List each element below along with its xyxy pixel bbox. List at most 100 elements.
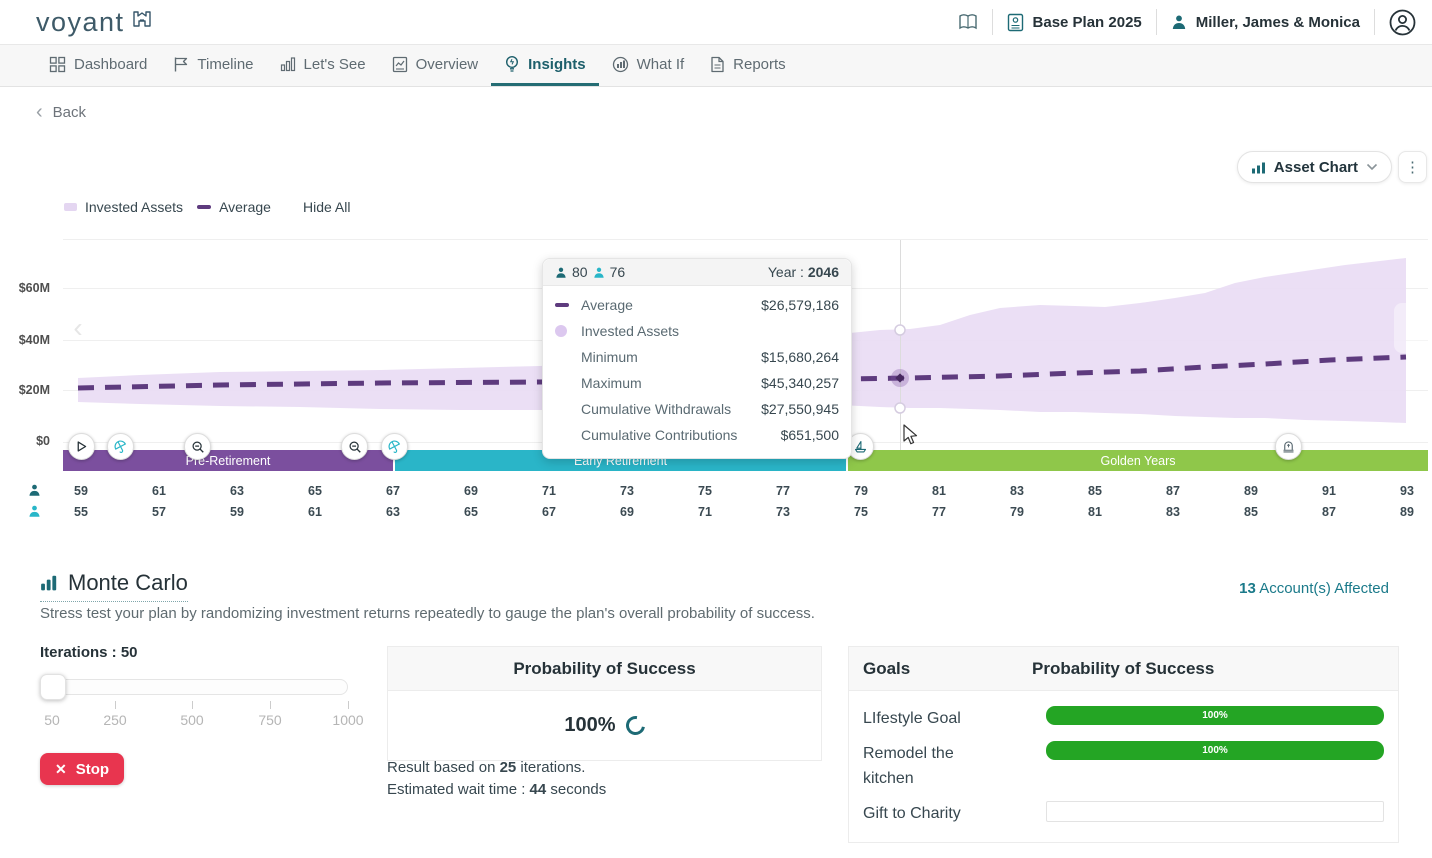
y-axis-tick: $20M (0, 383, 50, 397)
age-value: 65 (276, 484, 354, 498)
goal-probability-bar: 100% (1046, 706, 1384, 725)
kebab-icon: ⋮ (1405, 158, 1420, 176)
goal-name: LIfestyle Goal (863, 706, 1046, 732)
mortality-marker[interactable] (1275, 433, 1302, 460)
person-primary-icon (28, 483, 41, 502)
accounts-affected-link[interactable]: 13 Account(s) Affected (1239, 580, 1389, 597)
age-value: 67 (354, 484, 432, 498)
legend-average[interactable]: Average (197, 199, 271, 215)
tab-label: Timeline (197, 56, 253, 73)
age-value: 55 (42, 505, 120, 519)
play-simulation-button[interactable] (68, 433, 95, 460)
tab-label: Dashboard (74, 56, 147, 73)
back-chevron-icon: ‹ (36, 102, 43, 122)
client-name: Miller, James & Monica (1196, 14, 1360, 31)
iterations-label: Iterations : 50 (40, 644, 138, 661)
tab-label: Overview (416, 56, 479, 73)
main-nav: Dashboard Timeline Let's See Overview In… (0, 45, 1432, 87)
age-value: 63 (354, 505, 432, 519)
slider-tick (115, 701, 116, 709)
tab-label: What If (637, 56, 685, 73)
monte-carlo-description: Stress test your plan by randomizing inv… (40, 605, 815, 622)
chart-legend: Invested Assets Average Hide All (64, 199, 350, 215)
chart-type-selector[interactable]: Asset Chart (1237, 151, 1392, 183)
monte-carlo-header: Monte Carlo (40, 570, 188, 602)
goal-probability-bar: 100% (1046, 741, 1384, 760)
tooltip-body: Average $26,579,186 Invested Assets Mini… (543, 286, 851, 458)
close-icon: ✕ (55, 761, 67, 778)
age-value: 77 (744, 484, 822, 498)
hide-all-button[interactable]: Hide All (303, 199, 350, 215)
slider-tick-label: 50 (44, 712, 60, 728)
monte-carlo-chart-icon (40, 574, 58, 592)
chart-scroll-left-button[interactable]: ‹ (66, 310, 90, 346)
age-value: 75 (822, 505, 900, 519)
phase-label: Golden Years (1100, 454, 1175, 468)
goal-row: Gift to Charity (863, 801, 1384, 827)
iterations-slider-track[interactable] (40, 679, 348, 695)
tab-overview[interactable]: Overview (379, 45, 492, 86)
phase-golden-years: Golden Years (848, 450, 1428, 471)
age-value: 65 (432, 505, 510, 519)
retirement-umbrella-marker[interactable] (381, 433, 408, 460)
what-if-icon (612, 56, 629, 73)
plan-name: Base Plan 2025 (1033, 14, 1142, 31)
tab-dashboard[interactable]: Dashboard (36, 45, 160, 86)
tooltip-age-secondary: 76 (610, 264, 626, 280)
tab-insights[interactable]: Insights (491, 45, 599, 86)
goals-panel: Goals Probability of Success LIfestyle G… (848, 646, 1399, 843)
average-dash-swatch (555, 303, 569, 307)
age-value: 63 (198, 484, 276, 498)
tooltip-row-cumulative-withdrawals: Cumulative Withdrawals $27,550,945 (555, 396, 839, 422)
tab-timeline[interactable]: Timeline (160, 45, 266, 86)
chart-hover-tooltip: 80 76 Year : 2046 Average $26,579,186 In… (542, 258, 852, 459)
back-button[interactable]: ‹ Back (36, 102, 86, 122)
age-value: 77 (900, 505, 978, 519)
zoom-out-marker[interactable] (184, 433, 211, 460)
legend-label: Invested Assets (85, 199, 183, 215)
tooltip-row-invested-assets: Invested Assets (555, 318, 839, 344)
y-axis-tick: $40M (0, 333, 50, 347)
tab-lets-see[interactable]: Let's See (267, 45, 379, 86)
accounts-affected-label: Account(s) Affected (1256, 580, 1389, 597)
app-header: voyant Base Plan 2025 Miller, James & Mo… (0, 0, 1432, 45)
iterations-slider-thumb[interactable] (40, 674, 66, 700)
profile-icon[interactable] (1389, 9, 1416, 36)
invested-assets-swatch (64, 203, 77, 211)
voyant-logo[interactable]: voyant (36, 7, 154, 38)
ledger-book-icon[interactable] (958, 13, 978, 31)
plan-selector[interactable]: Base Plan 2025 (1007, 13, 1142, 32)
age-value: 61 (120, 484, 198, 498)
invested-assets-dot-swatch (555, 325, 567, 337)
client-selector[interactable]: Miller, James & Monica (1171, 14, 1360, 31)
average-swatch (197, 205, 211, 209)
result-line: Result based on 25 iterations. (387, 759, 585, 776)
monte-carlo-title: Monte Carlo (68, 570, 188, 596)
goal-probability-bar-empty (1046, 801, 1384, 822)
dashboard-icon (49, 56, 66, 73)
goals-panel-body: LIfestyle Goal 100% Remodel the kitchen … (849, 691, 1398, 842)
age-value: 69 (588, 505, 666, 519)
retirement-umbrella-marker[interactable] (107, 433, 134, 460)
legend-invested-assets[interactable]: Invested Assets (64, 199, 183, 215)
slider-tick-label: 500 (180, 712, 203, 728)
stop-label: Stop (76, 761, 109, 778)
voyant-insights-page: voyant Base Plan 2025 Miller, James & Mo… (0, 0, 1432, 858)
chart-scroll-right-button[interactable]: › (1394, 303, 1428, 353)
slider-tick (270, 701, 271, 709)
age-value: 79 (822, 484, 900, 498)
slider-tick-label: 1000 (332, 712, 363, 728)
accounts-affected-count: 13 (1239, 580, 1256, 597)
chart-more-options-button[interactable]: ⋮ (1398, 151, 1427, 183)
goal-row: Remodel the kitchen 100% (863, 741, 1384, 792)
stop-button[interactable]: ✕ Stop (40, 753, 124, 785)
hide-all-label: Hide All (303, 199, 350, 215)
tab-reports[interactable]: Reports (697, 45, 799, 86)
header-separator (1374, 9, 1375, 35)
zoom-out-marker[interactable] (341, 433, 368, 460)
age-value: 87 (1134, 484, 1212, 498)
tooltip-row-maximum: Maximum $45,340,257 (555, 370, 839, 396)
tab-label: Reports (733, 56, 786, 73)
age-value: 81 (900, 484, 978, 498)
tab-what-if[interactable]: What If (599, 45, 698, 86)
